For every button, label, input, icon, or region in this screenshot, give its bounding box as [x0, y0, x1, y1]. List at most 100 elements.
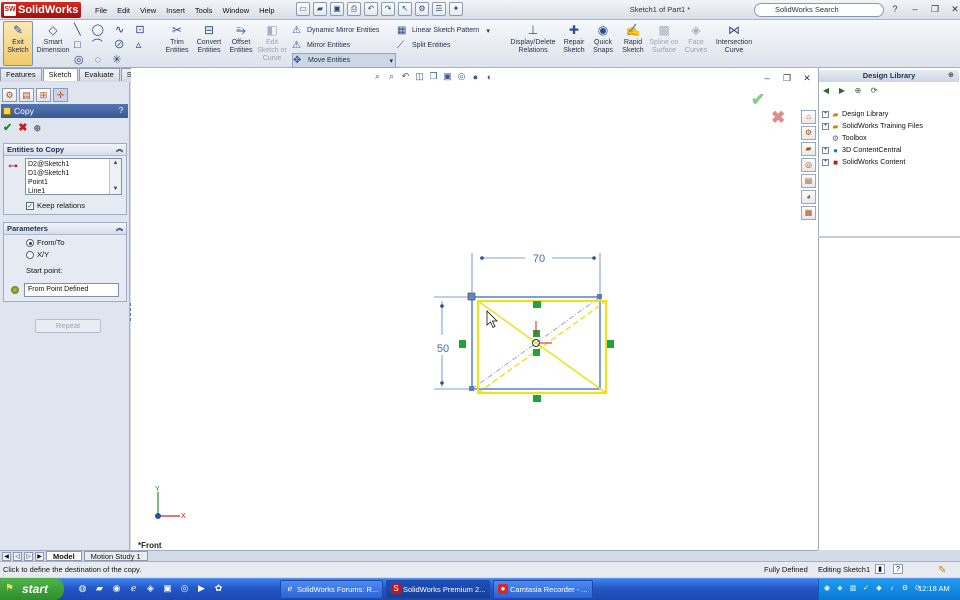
confirm-cancel-icon[interactable]: ✖	[771, 108, 785, 128]
list-item[interactable]: Point1	[28, 178, 119, 187]
search-results-icon[interactable]: ◎	[801, 158, 816, 172]
width-dimension[interactable]: 70	[533, 253, 545, 265]
undo-icon[interactable]: ↶	[364, 2, 378, 16]
player-icon[interactable]: ▶	[195, 582, 208, 595]
confirm-ok-icon[interactable]: ✔	[751, 90, 765, 110]
taskbar-solidworks-window[interactable]: SolidWorks Premium 2...	[386, 580, 490, 599]
feature-manager-icon[interactable]: ⚙	[2, 88, 17, 102]
corner-point-bl[interactable]	[469, 386, 474, 391]
close-icon[interactable]: ✕	[948, 3, 960, 16]
new-document-icon[interactable]: ▭	[296, 2, 310, 16]
next-tab-icon[interactable]: ▷	[24, 551, 33, 561]
folder-icon[interactable]: ▰	[93, 582, 106, 595]
tree-item-3d-contentcentral[interactable]: + ● 3D ContentCentral	[822, 144, 923, 156]
expand-icon[interactable]: +	[822, 158, 829, 166]
corner-point-tl[interactable]	[467, 292, 476, 301]
redo-icon[interactable]: ↷	[381, 2, 395, 16]
list-item[interactable]: D2@Sketch1	[28, 160, 119, 169]
shape-row[interactable]: □ ⌒ ⊘ ▵	[74, 38, 162, 53]
search-input[interactable]: SolidWorks Search	[754, 3, 884, 17]
tab-evaluate[interactable]: Evaluate	[78, 68, 120, 81]
menu-edit[interactable]: Edit	[112, 3, 135, 18]
list-item[interactable]: D1@Sketch1	[28, 169, 119, 178]
viewport-close-icon[interactable]: ✕	[800, 72, 814, 85]
rebuild-icon[interactable]: ⚙	[415, 2, 429, 16]
tree-item-training-files[interactable]: + ▰ SolidWorks Training Files	[822, 120, 923, 132]
add-location-icon[interactable]: ⊕	[852, 85, 864, 97]
camtasia-icon[interactable]: ◎	[178, 582, 191, 595]
repeat-button[interactable]: Repeat	[35, 319, 101, 333]
help-status-icon[interactable]: ?	[893, 564, 903, 574]
display-style-icon[interactable]: ▣	[442, 71, 453, 82]
save-icon[interactable]: ▣	[330, 2, 344, 16]
menu-tools[interactable]: Tools	[190, 3, 218, 18]
tray-app-icon[interactable]: ◈	[835, 584, 845, 594]
taskbar-forums-window[interactable]: SolidWorks Forums: R...	[280, 580, 383, 599]
app-icon[interactable]: ◈	[144, 582, 157, 595]
linear-pattern-button[interactable]: ▦ Linear Sketch Pattern ▾	[397, 23, 497, 38]
taskbar-camtasia-window[interactable]: Camtasia Recorder - ...	[493, 580, 593, 599]
pushpin-icon[interactable]: ⊕	[33, 122, 41, 134]
section-view-icon[interactable]: ◫	[414, 71, 425, 82]
from-to-radio[interactable]: From/To	[26, 238, 65, 247]
units-icon[interactable]: ✎	[938, 563, 946, 578]
solidworks-quicklaunch-icon[interactable]: ▣	[161, 582, 174, 595]
offset-entities-button[interactable]: ⥱ Offset Entities	[227, 22, 255, 55]
vertical-relation-right[interactable]	[607, 340, 614, 348]
addins-icon[interactable]: ✦	[449, 2, 463, 16]
mirror-entities-button[interactable]: ⚠ Mirror Entities	[292, 38, 396, 53]
forward-icon[interactable]: ▶	[836, 85, 848, 97]
expand-icon[interactable]: +	[822, 122, 829, 130]
help-icon[interactable]: ?	[888, 3, 902, 16]
edit-appearance-icon[interactable]: ●	[470, 72, 481, 82]
exit-sketch-button[interactable]: ✎ Exit Sketch	[3, 21, 33, 66]
scroll-down-icon[interactable]: ▼	[110, 185, 121, 194]
pin-icon[interactable]: ⊕	[948, 71, 954, 79]
configuration-manager-icon[interactable]: ⊞	[36, 88, 51, 102]
vertical-relation-left[interactable]	[459, 340, 466, 348]
menu-help[interactable]: Help	[254, 3, 279, 18]
viewport-minimize-icon[interactable]: –	[760, 72, 774, 85]
collapse-chevron-icon[interactable]: ︽	[116, 144, 123, 155]
parameters-section-header[interactable]: Parameters ︽	[4, 223, 126, 235]
tree-item-toolbox[interactable]: ⚙ Toolbox	[822, 132, 923, 144]
menu-view[interactable]: View	[135, 3, 161, 18]
entities-section-header[interactable]: Entities to Copy ︽	[4, 144, 126, 156]
radio-selected-icon[interactable]	[26, 238, 34, 247]
view-orientation-icon[interactable]: ❒	[428, 71, 439, 82]
design-library-tab-icon[interactable]: ⚙	[801, 126, 816, 140]
chat-icon[interactable]: ✿	[212, 582, 225, 595]
horizontal-relation-bottom[interactable]	[533, 395, 541, 402]
refresh-icon[interactable]: ⟳	[868, 85, 880, 97]
midpoint-relation-2[interactable]	[533, 349, 540, 356]
solidworks-logo[interactable]: SW SolidWorks	[1, 2, 81, 18]
line-rect-row[interactable]: ╲ ◯ ∿ ⊡	[74, 23, 162, 38]
open-folder-icon[interactable]: ▰	[313, 2, 327, 16]
rebuild-status-icon[interactable]: ▮	[875, 564, 885, 574]
view-palette-icon[interactable]: ▤	[801, 174, 816, 188]
split-entities-button[interactable]: ⟋ Split Entities	[397, 38, 497, 53]
quick-snaps-button[interactable]: ◉ Quick Snaps	[589, 22, 617, 55]
scroll-up-icon[interactable]: ▲	[110, 159, 121, 168]
minimize-icon[interactable]: –	[908, 3, 922, 16]
task-pane-divider[interactable]	[818, 236, 960, 238]
ie-icon[interactable]: ℯ	[127, 582, 140, 595]
horizontal-relation-top[interactable]	[533, 301, 541, 308]
xy-radio[interactable]: X/Y	[26, 250, 49, 259]
expand-icon[interactable]: +	[822, 110, 829, 118]
resources-icon[interactable]: ⌂	[801, 110, 816, 124]
menu-window[interactable]: Window	[217, 3, 254, 18]
select-arrow-icon[interactable]: ↖	[398, 2, 412, 16]
tab-motion-study[interactable]: Motion Study 1	[83, 551, 148, 561]
custom-properties-icon[interactable]: ▦	[801, 206, 816, 220]
collapse-chevron-icon[interactable]: ︽	[116, 223, 123, 234]
dimxpert-icon[interactable]: ✛	[53, 88, 68, 102]
tray-security-icon[interactable]: ◆	[874, 584, 884, 594]
slot-row[interactable]: ◎ ◌ ✳	[74, 53, 162, 68]
zoom-area-icon[interactable]: ⌕	[386, 71, 397, 82]
file-explorer-icon[interactable]: ▰	[801, 142, 816, 156]
edit-sketch-button[interactable]: ◧ Edit Sketch or Curve	[256, 22, 288, 63]
appearances-icon[interactable]: ◕	[801, 190, 816, 204]
explorer-icon[interactable]: ◍	[76, 582, 89, 595]
restore-icon[interactable]: ❐	[928, 3, 942, 16]
